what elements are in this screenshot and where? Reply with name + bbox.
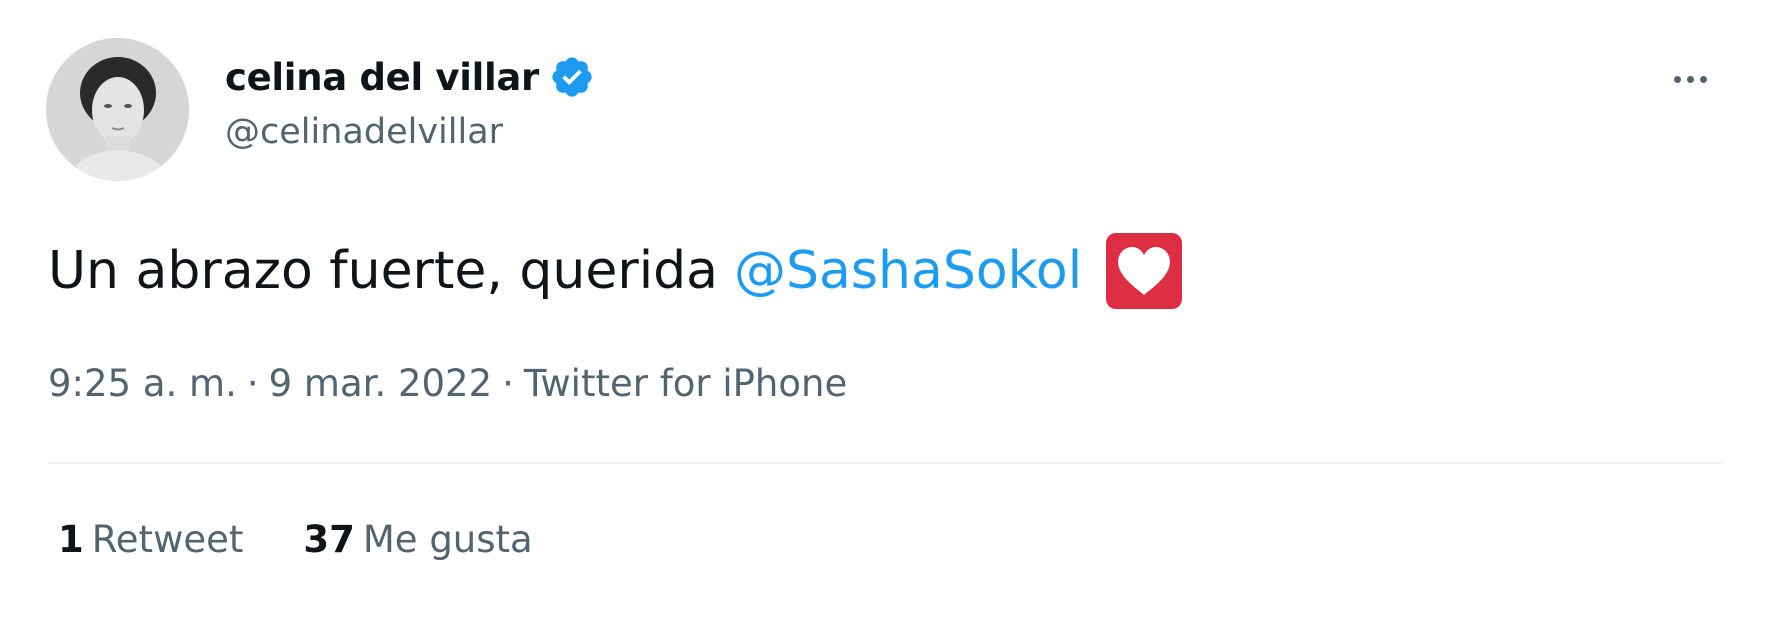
more-dot-icon [1686, 75, 1694, 83]
retweets-stat[interactable]: 1 Retweet [58, 518, 243, 561]
verified-badge-icon [552, 57, 592, 97]
retweets-label: Retweet [91, 518, 244, 561]
likes-stat[interactable]: 37 Me gusta [303, 518, 532, 561]
tweet-time[interactable]: 9:25 a. m. [48, 362, 237, 405]
tweet-metadata: 9:25 a. m. · 9 mar. 2022 · Twitter for iPhon… [48, 362, 847, 405]
tweet-card: celina del villar @celinadelvillar Un ab… [0, 0, 1771, 620]
tweet-text: Un abrazo fuerte, querida @SashaSokol [48, 233, 1184, 309]
tweet-body: Un abrazo fuerte, querida [48, 241, 719, 301]
retweets-count: 1 [58, 518, 84, 561]
divider [48, 462, 1722, 464]
tweet-stats: 1 Retweet 37 Me gusta [58, 518, 593, 561]
likes-label: Me gusta [362, 518, 533, 561]
avatar[interactable] [46, 38, 189, 181]
more-dot-icon [1699, 75, 1707, 83]
more-dot-icon [1673, 75, 1681, 83]
meta-separator: · [502, 362, 514, 405]
more-options-button[interactable] [1660, 58, 1720, 100]
white-heart-icon [1106, 233, 1183, 309]
author-name-row[interactable]: celina del villar [225, 52, 595, 102]
likes-count: 37 [303, 518, 355, 561]
avatar-portrait-icon [46, 38, 189, 181]
display-name[interactable]: celina del villar [225, 56, 539, 99]
mention-link[interactable]: @SashaSokol [734, 241, 1082, 301]
tweet-source[interactable]: Twitter for iPhone [524, 362, 847, 405]
tweet-date[interactable]: 9 mar. 2022 [269, 362, 493, 405]
user-handle[interactable]: @celinadelvillar [225, 112, 503, 152]
meta-separator: · [246, 362, 259, 405]
